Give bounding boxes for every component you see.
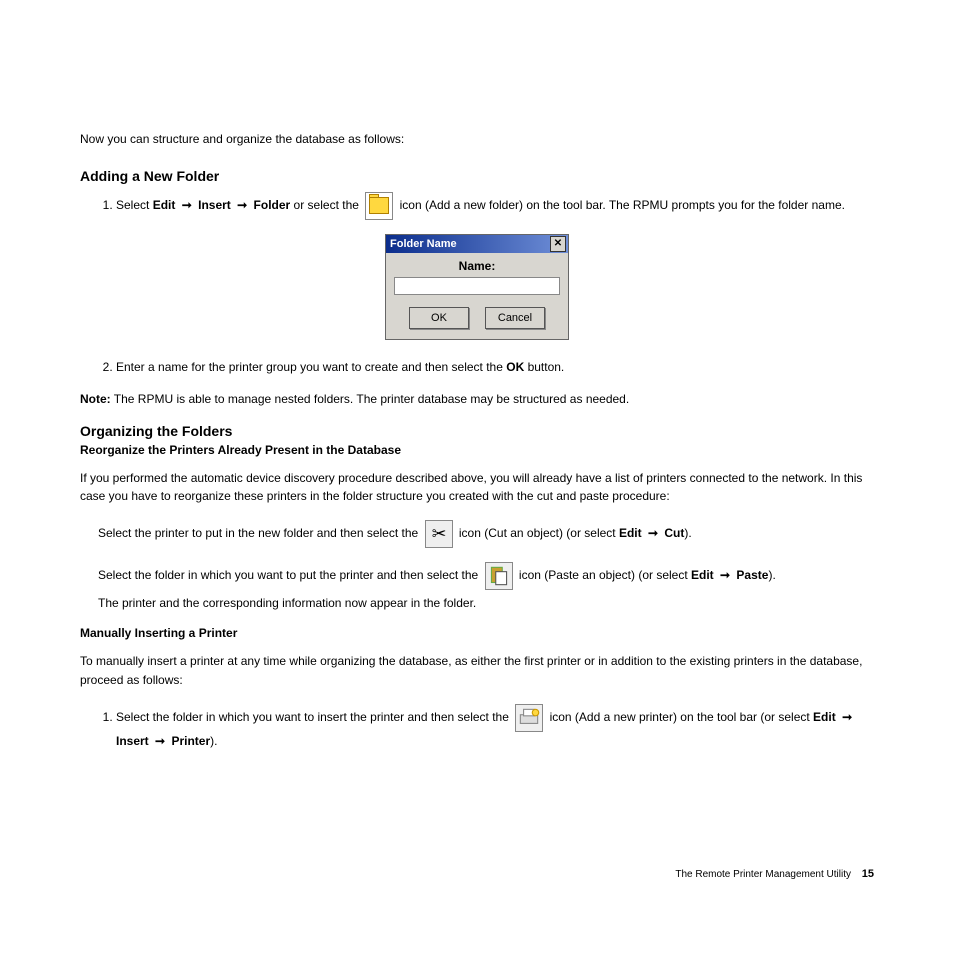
- add-folder-step-1: Select Edit ➞ Insert ➞ Folder or select …: [116, 192, 874, 220]
- organize-result: The printer and the corresponding inform…: [98, 594, 874, 613]
- add-printer-icon: [515, 704, 543, 732]
- folder-name-dialog: Folder Name ✕ Name: OK Cancel: [385, 234, 569, 340]
- dialog-title-text: Folder Name: [390, 238, 457, 250]
- dialog-close-button[interactable]: ✕: [550, 236, 566, 252]
- note: Note: The RPMU is able to manage nested …: [80, 390, 874, 409]
- manual-p1: To manually insert a printer at any time…: [80, 652, 874, 689]
- paste-icon: [485, 562, 513, 590]
- heading-adding-folder: Adding a New Folder: [80, 168, 874, 184]
- manual-step-1: Select the folder in which you want to i…: [116, 704, 874, 750]
- svg-text:✂: ✂: [431, 523, 446, 543]
- intro-text: Now you can structure and organize the d…: [80, 130, 874, 148]
- heading-organizing: Organizing the Folders: [80, 423, 874, 439]
- page-footer: The Remote Printer Management Utility 15: [675, 868, 874, 880]
- add-folder-step-2: Enter a name for the printer group you w…: [116, 358, 874, 376]
- dialog-name-label: Name:: [394, 259, 560, 273]
- dialog-titlebar: Folder Name ✕: [386, 235, 568, 253]
- cancel-button[interactable]: Cancel: [485, 307, 545, 329]
- paste-step: Select the folder in which you want to p…: [98, 562, 874, 590]
- add-folder-icon: [365, 192, 393, 220]
- cut-icon: ✂: [425, 520, 453, 548]
- subheading-manual-insert: Manually Inserting a Printer: [80, 626, 874, 640]
- organize-p1: If you performed the automatic device di…: [80, 469, 874, 506]
- ok-button[interactable]: OK: [409, 307, 469, 329]
- subheading-reorganize: Reorganize the Printers Already Present …: [80, 443, 874, 457]
- cut-step: Select the printer to put in the new fol…: [98, 520, 874, 548]
- folder-name-input[interactable]: [394, 277, 560, 295]
